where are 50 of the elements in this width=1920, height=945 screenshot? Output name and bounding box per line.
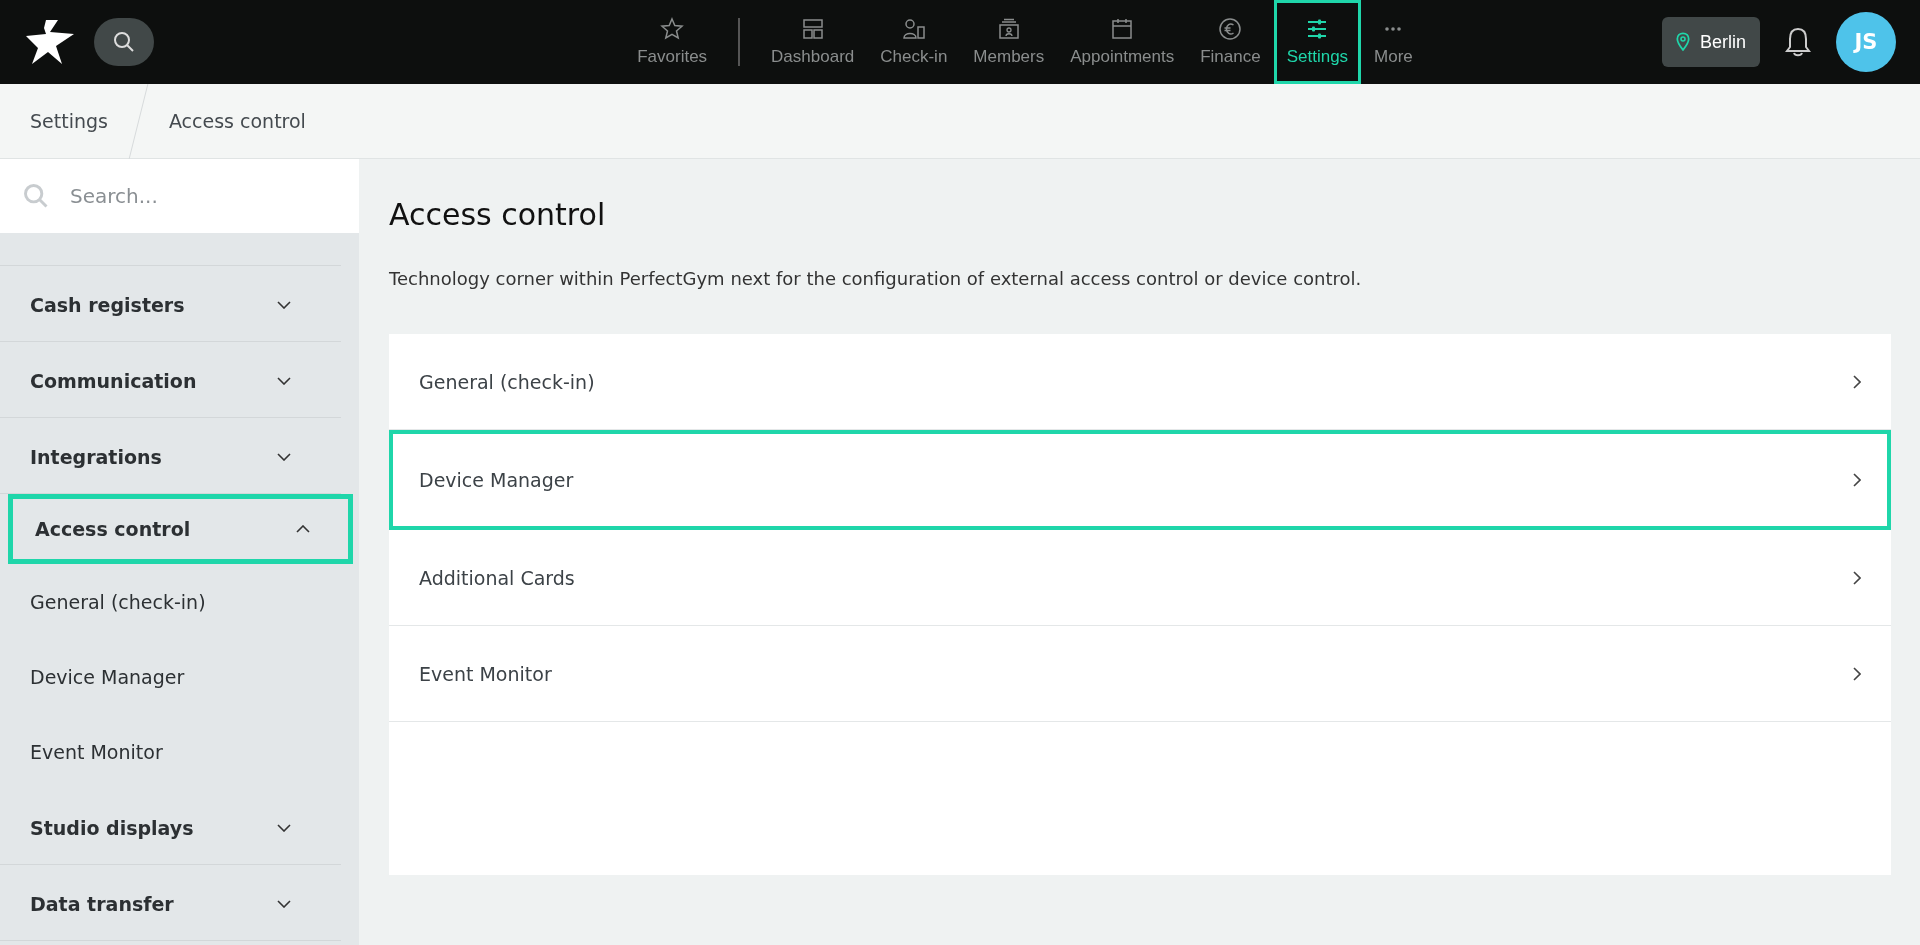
sidebar-section[interactable]: Cash registers (0, 266, 341, 342)
location-button[interactable]: Berlin (1661, 17, 1760, 67)
nav-tab[interactable]: Members (960, 0, 1058, 84)
nav-tab[interactable]: Settings (1273, 0, 1362, 84)
bell-icon[interactable] (1784, 26, 1812, 58)
sidebar-section[interactable]: Communication (0, 342, 341, 418)
nav-tab[interactable]: Appointments (1057, 0, 1188, 84)
settings-row[interactable]: Additional Cards (389, 530, 1891, 626)
nav-tab[interactable]: More (1361, 0, 1426, 84)
search-icon (112, 30, 136, 54)
person-door-icon (901, 17, 926, 41)
settings-row[interactable]: General (check-in) (389, 334, 1891, 430)
chevron-right-icon (1853, 374, 1861, 389)
sidebar-link[interactable]: General (check-in) (0, 564, 359, 639)
star-logo-icon[interactable] (24, 18, 76, 66)
chevron-right-icon (1853, 473, 1861, 487)
nav-tab[interactable]: Favorites (624, 0, 721, 84)
chevron-down-icon (277, 453, 291, 461)
chevron-up-icon (296, 525, 310, 533)
dashboard-icon (800, 17, 825, 41)
sidebar-link[interactable]: Event Monitor (0, 714, 359, 789)
page-title: Access control (389, 197, 607, 232)
more-icon (1385, 27, 1402, 31)
location-pin-icon (1675, 32, 1690, 52)
star-icon (660, 17, 685, 41)
euro-icon (1218, 17, 1243, 41)
nav-tab[interactable]: Check-in (867, 0, 961, 84)
breadcrumb-link[interactable]: Access control (138, 110, 336, 132)
id-card-icon (996, 17, 1021, 41)
chevron-down-icon (277, 301, 291, 309)
chevron-down-icon (277, 824, 291, 832)
search-field[interactable]: Search... (0, 159, 359, 233)
chevron-down-icon (277, 900, 291, 908)
chevron-right-icon (1853, 570, 1861, 585)
search-button[interactable] (94, 18, 154, 66)
search-icon (22, 182, 50, 210)
sidebar-section[interactable]: Access control (8, 494, 353, 564)
chevron-down-icon (277, 377, 291, 385)
breadcrumb-link[interactable]: Settings (0, 110, 138, 132)
sidebar-link[interactable]: Device Manager (0, 639, 359, 714)
nav-tab[interactable]: Dashboard (758, 0, 868, 84)
sidebar-section[interactable]: Data transfer (0, 865, 341, 941)
nav-tab[interactable]: Finance (1187, 0, 1274, 84)
settings-row[interactable]: Event Monitor (389, 626, 1891, 722)
page-description: Technology corner within PerfectGym next for the configuration of external access control or device control. (389, 268, 1363, 289)
chevron-right-icon (1853, 666, 1861, 681)
sidebar-section[interactable]: Integrations (0, 418, 341, 494)
sidebar-section[interactable]: Studio displays (0, 789, 341, 865)
calendar-icon (1110, 17, 1135, 41)
settings-row[interactable]: Device Manager (389, 430, 1891, 530)
